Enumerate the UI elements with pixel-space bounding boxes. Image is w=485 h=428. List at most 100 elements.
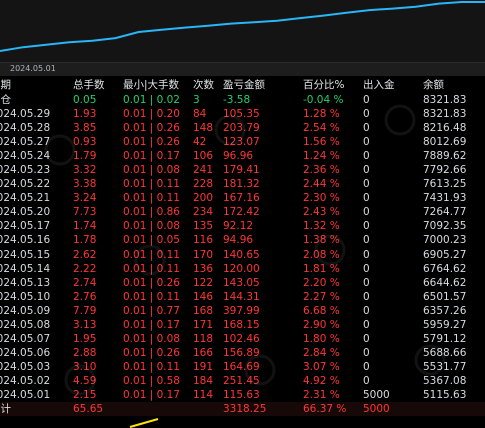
table-row[interactable]: 2024.05.27 0.93 0.01 | 0.26 42 123.07 1.56 % 0… [0,135,485,149]
row-percent: 1.80 % [303,332,340,345]
table-row[interactable]: 2024.05.17 1.74 0.01 | 0.08 135 92.12 1.32 % 0… [0,219,485,233]
table-row[interactable]: 2024.05.07 1.95 0.01 | 0.08 118 102.46 1.80 %… [0,332,485,346]
row-count: 116 [193,234,214,247]
row-balance: 5531.77 [423,360,467,373]
equity-chart: 2024.05.01 [0,0,485,76]
row-minmax: 0.01 | 0.11 [123,290,180,303]
table-row[interactable]: 2024.05.22 3.38 0.01 | 0.11 228 181.32 2.44 %… [0,177,485,191]
total-pnl: 3318.25 [223,403,267,415]
row-lots: 2.88 [73,346,97,359]
row-io: 0 [363,178,370,191]
row-io: 0 [363,122,370,135]
table-row[interactable]: 2024.05.14 2.22 0.01 | 0.11 136 120.00 1.81 %… [0,262,485,276]
table-row[interactable]: 2024.05.28 3.85 0.01 | 0.26 148 203.79 2.54 %… [0,121,485,135]
row-lots: 7.79 [73,304,97,317]
row-pnl: 102.46 [223,332,260,345]
row-minmax: 0.01 | 0.26 [123,346,180,359]
row-count: 234 [193,206,214,219]
row-minmax: 0.01 | 0.11 [123,360,180,373]
row-pnl: 172.42 [223,206,260,219]
row-io: 0 [363,136,370,149]
row-percent: 2.43 % [303,206,340,219]
header-date[interactable]: 日期 [0,78,70,92]
row-percent: 2.84 % [303,346,340,359]
row-balance: 7889.62 [423,150,467,163]
row-lots: 1.74 [73,220,97,233]
row-percent: 1.28 % [303,108,340,120]
row-io: 0 [363,192,370,205]
table-row[interactable]: 2024.05.03 3.10 0.01 | 0.11 191 164.69 3.07 %… [0,360,485,374]
row-date: 2024.05.01 [0,389,51,401]
header-count[interactable]: 次数 [193,78,214,92]
row-pnl: 168.15 [223,318,260,331]
row-pnl: 181.32 [223,178,260,191]
row-date: 2024.05.09 [0,304,51,317]
row-count: 118 [193,332,214,345]
table-row[interactable]: 2024.05.06 2.88 0.01 | 0.26 166 156.89 2.84 %… [0,346,485,360]
position-label: 持仓 [0,94,11,106]
row-lots: 3.24 [73,192,97,205]
row-minmax: 0.01 | 0.86 [123,206,180,219]
row-count: 42 [193,136,207,149]
row-date: 2024.05.21 [0,192,51,205]
row-count: 146 [193,290,214,303]
header-io[interactable]: 出入金 [363,78,395,92]
row-io: 0 [363,220,370,233]
total-io: 5000 [363,403,390,415]
row-count: 200 [193,192,214,205]
row-balance: 5959.27 [423,318,467,331]
row-lots: 1.95 [73,332,97,345]
row-count: 135 [193,220,214,233]
table-row[interactable]: 2024.05.01 2.15 0.01 | 0.17 114 115.63 2.31 %… [0,388,485,402]
table-row[interactable]: 2024.05.09 7.79 0.01 | 0.77 168 397.99 6.68 %… [0,304,485,318]
row-lots: 0.93 [73,136,97,149]
row-minmax: 0.01 | 0.08 [123,332,180,345]
row-count: 106 [193,150,214,163]
table-row[interactable]: 2024.05.08 3.13 0.01 | 0.17 171 168.15 2.90 %… [0,318,485,332]
row-date: 2024.05.17 [0,220,51,233]
row-date: 2024.05.27 [0,136,51,149]
header-pnl[interactable]: 盈亏金额 [223,78,265,92]
table-row[interactable]: 2024.05.23 3.32 0.01 | 0.08 241 179.41 2.36 %… [0,163,485,177]
header-balance[interactable]: 余额 [423,78,444,92]
row-minmax: 0.01 | 0.17 [123,318,180,331]
row-io: 0 [363,332,370,345]
row-balance: 5115.63 [423,389,467,401]
position-row[interactable]: 持仓 0.05 0.01 | 0.02 3 -3.58 -0.04 % 0 83… [0,93,485,107]
total-row[interactable]: 合计 65.65 3318.25 66.37 % 5000 [0,402,485,416]
row-percent: 2.31 % [303,389,340,401]
row-pnl: 92.12 [223,220,254,233]
row-count: 168 [193,304,214,317]
table-row[interactable]: 2024.05.10 2.76 0.01 | 0.11 146 144.31 2.27 %… [0,290,485,304]
row-date: 2024.05.06 [0,346,51,359]
table-row[interactable]: 2024.05.20 7.73 0.01 | 0.86 234 172.42 2.43 %… [0,205,485,219]
table-row[interactable]: 2024.05.24 1.79 0.01 | 0.17 106 96.96 1.24 % 0… [0,149,485,163]
row-pnl: 123.07 [223,136,260,149]
row-pnl: 144.31 [223,290,260,303]
row-balance: 6905.27 [423,248,467,261]
table-row[interactable]: 2024.05.21 3.24 0.01 | 0.11 200 167.16 2.30 %… [0,191,485,205]
table-row[interactable]: 2024.05.15 2.62 0.01 | 0.11 170 140.65 2.08 %… [0,248,485,262]
row-lots: 3.13 [73,318,97,331]
header-lots[interactable]: 总手数 [73,78,105,92]
header-percent[interactable]: 百分比% [303,78,344,92]
row-percent: 2.20 % [303,276,340,289]
row-balance: 8216.48 [423,122,467,135]
table-row[interactable]: 2024.05.13 2.74 0.01 | 0.26 122 143.05 2.20 %… [0,276,485,290]
row-lots: 3.10 [73,360,97,373]
row-lots: 1.93 [73,108,97,120]
table-row[interactable]: 2024.05.02 4.59 0.01 | 0.58 184 251.45 4.92 %… [0,374,485,388]
table-row[interactable]: 2024.05.29 1.93 0.01 | 0.20 84 105.35 1.28 % 0… [0,107,485,121]
row-minmax: 0.01 | 0.17 [123,389,180,401]
row-pnl: 115.63 [223,389,260,401]
header-minmax[interactable]: 最小|大手数 [123,78,179,92]
row-minmax: 0.01 | 0.58 [123,374,180,387]
row-count: 114 [193,389,214,401]
position-pnl: -3.58 [223,94,251,106]
row-count: 166 [193,346,214,359]
table-row[interactable]: 2024.05.16 1.78 0.01 | 0.05 116 94.96 1.38 % 0… [0,233,485,247]
row-minmax: 0.01 | 0.26 [123,276,180,289]
row-pnl: 156.89 [223,346,260,359]
row-lots: 7.73 [73,206,97,219]
position-balance: 8321.83 [423,94,467,106]
